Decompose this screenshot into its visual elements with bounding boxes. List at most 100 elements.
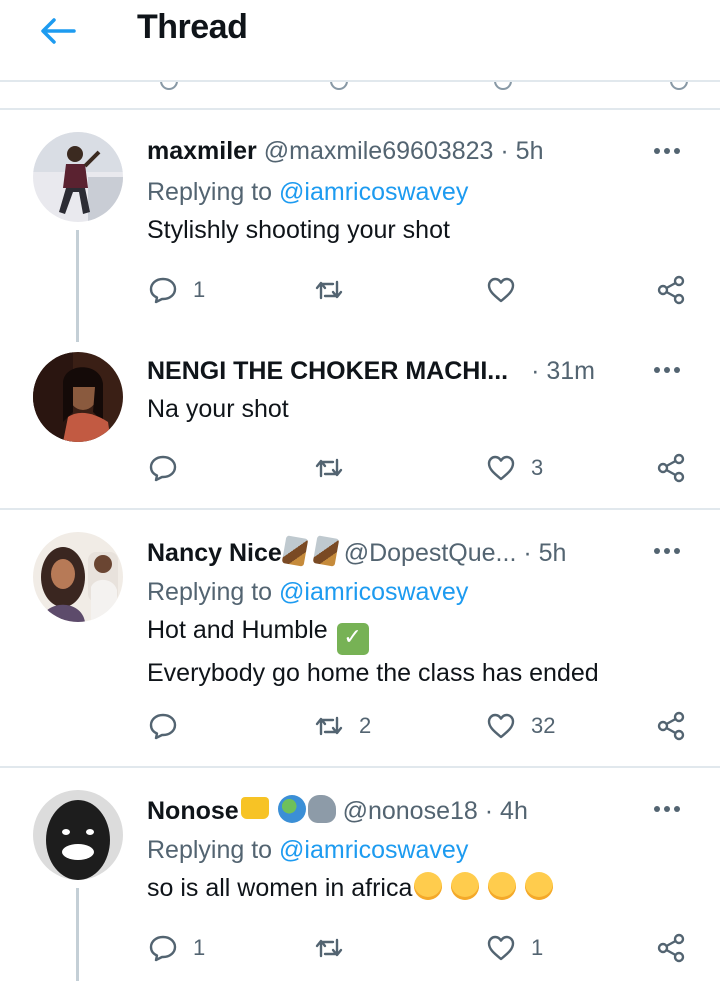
share-button[interactable] bbox=[655, 928, 687, 968]
like-button[interactable]: 3 bbox=[485, 448, 543, 488]
heart-icon bbox=[487, 455, 515, 481]
retweet-button[interactable] bbox=[313, 928, 359, 968]
retweet-count: 2 bbox=[359, 713, 372, 738]
share-icon bbox=[657, 453, 685, 483]
tweet-text: so is all women in africa bbox=[147, 870, 554, 906]
tweet-actions: 1 bbox=[147, 270, 697, 310]
retweet-button[interactable] bbox=[313, 270, 359, 310]
previous-tweet-actions bbox=[0, 82, 720, 110]
display-name[interactable]: Nancy Nice bbox=[147, 539, 282, 567]
smirk-icon bbox=[525, 872, 554, 900]
heart-icon bbox=[487, 277, 515, 303]
share-icon bbox=[657, 275, 685, 305]
tweet-actions: 2 32 bbox=[147, 706, 697, 746]
timestamp: · 5h bbox=[500, 137, 544, 165]
smirk-icon bbox=[414, 872, 443, 900]
tweet-line: Na your shot bbox=[147, 395, 289, 423]
share-icon bbox=[657, 933, 685, 963]
retweet-icon[interactable] bbox=[330, 82, 348, 90]
avatar[interactable] bbox=[33, 532, 123, 622]
reply-icon bbox=[149, 713, 177, 740]
tweet[interactable]: NENGI THE CHOKER MACHI... · 31m Na your … bbox=[0, 342, 720, 508]
mention-link[interactable]: @iamricoswavey bbox=[279, 178, 468, 206]
share-icon bbox=[657, 711, 685, 741]
tweet[interactable]: Nancy Nice @DopestQue... · 5h Replying t… bbox=[0, 510, 720, 766]
replying-prefix: Replying to bbox=[147, 836, 280, 864]
share-button[interactable] bbox=[655, 448, 687, 488]
smirk-icon bbox=[451, 872, 480, 900]
heart-icon bbox=[487, 713, 515, 739]
thread-line bbox=[76, 230, 79, 342]
tweet-line: Stylishly shooting your shot bbox=[147, 216, 450, 244]
replying-to: Replying to @iamricoswavey bbox=[147, 178, 468, 207]
elephant-icon bbox=[307, 795, 336, 823]
reply-icon bbox=[149, 935, 177, 962]
display-name[interactable]: Nonose bbox=[147, 797, 239, 825]
tweet-text: Na your shot bbox=[147, 391, 289, 427]
share-icon[interactable] bbox=[670, 82, 688, 90]
reply-icon[interactable] bbox=[160, 82, 178, 90]
more-dots-icon[interactable] bbox=[654, 367, 686, 375]
crown-icon bbox=[240, 797, 269, 819]
reply-button[interactable] bbox=[147, 706, 193, 746]
tweet-actions: 1 1 bbox=[147, 928, 697, 968]
smirk-icon bbox=[488, 872, 517, 900]
avatar[interactable] bbox=[33, 352, 123, 442]
tweet-header: maxmiler @maxmile69603823 · 5h bbox=[147, 137, 543, 166]
dagger-icon bbox=[281, 535, 309, 567]
tweet-line: so is all women in africa bbox=[147, 874, 413, 902]
like-count: 3 bbox=[531, 455, 544, 480]
reply-icon bbox=[149, 455, 177, 482]
timestamp: · 31m bbox=[531, 357, 595, 385]
tweet[interactable]: Nonose @nonose18 · 4h Replying to @iamri… bbox=[0, 768, 720, 981]
tweet-header: Nonose @nonose18 · 4h bbox=[147, 795, 528, 826]
tweet-actions: 3 bbox=[147, 448, 697, 488]
arrow-left-icon[interactable] bbox=[38, 16, 78, 46]
reply-icon bbox=[149, 277, 177, 304]
user-handle: @nonose18 bbox=[342, 797, 478, 825]
timestamp: · 4h bbox=[484, 797, 528, 825]
heart-icon[interactable] bbox=[494, 82, 512, 90]
tweet-line: Everybody go home the class has ended bbox=[147, 659, 599, 687]
header-bar: Thread bbox=[0, 0, 720, 82]
display-name[interactable]: NENGI THE CHOKER MACHI... bbox=[147, 357, 508, 385]
reply-button[interactable] bbox=[147, 448, 193, 488]
tweet-header: NENGI THE CHOKER MACHI... · 31m bbox=[147, 357, 595, 386]
reply-count: 1 bbox=[193, 935, 206, 960]
share-button[interactable] bbox=[655, 270, 687, 310]
like-button[interactable] bbox=[485, 270, 531, 310]
tweet-text: Hot and Humble ✓ Everybody go home the c… bbox=[147, 612, 599, 691]
retweet-icon bbox=[315, 716, 343, 736]
avatar[interactable] bbox=[33, 790, 123, 880]
tweet-header: Nancy Nice @DopestQue... · 5h bbox=[147, 535, 567, 568]
replying-prefix: Replying to bbox=[147, 178, 280, 206]
retweet-button[interactable]: 2 bbox=[313, 706, 371, 746]
thread-line bbox=[76, 888, 79, 981]
check-mark-icon: ✓ bbox=[336, 623, 369, 655]
mention-link[interactable]: @iamricoswavey bbox=[279, 578, 468, 606]
like-count: 32 bbox=[531, 713, 556, 738]
replying-to: Replying to @iamricoswavey bbox=[147, 836, 468, 865]
like-button[interactable]: 32 bbox=[485, 706, 555, 746]
tweet[interactable]: maxmiler @maxmile69603823 · 5h Replying … bbox=[0, 110, 720, 342]
mention-link[interactable]: @iamricoswavey bbox=[279, 836, 468, 864]
user-handle: @DopestQue... bbox=[343, 539, 517, 567]
heart-icon bbox=[487, 935, 515, 961]
retweet-button[interactable] bbox=[313, 448, 359, 488]
more-dots-icon[interactable] bbox=[654, 548, 686, 556]
more-dots-icon[interactable] bbox=[654, 806, 686, 814]
replying-prefix: Replying to bbox=[147, 578, 280, 606]
like-count: 1 bbox=[531, 935, 544, 960]
reply-button[interactable]: 1 bbox=[147, 270, 205, 310]
dagger-icon bbox=[312, 535, 340, 567]
replying-to: Replying to @iamricoswavey bbox=[147, 578, 468, 607]
avatar[interactable] bbox=[33, 132, 123, 222]
tweet-line-row: Hot and Humble ✓ bbox=[147, 612, 599, 655]
reply-button[interactable]: 1 bbox=[147, 928, 205, 968]
timestamp: · 5h bbox=[523, 539, 567, 567]
share-button[interactable] bbox=[655, 706, 687, 746]
like-button[interactable]: 1 bbox=[485, 928, 543, 968]
display-name[interactable]: maxmiler bbox=[147, 137, 257, 165]
more-dots-icon[interactable] bbox=[654, 148, 686, 156]
retweet-icon bbox=[315, 938, 343, 958]
